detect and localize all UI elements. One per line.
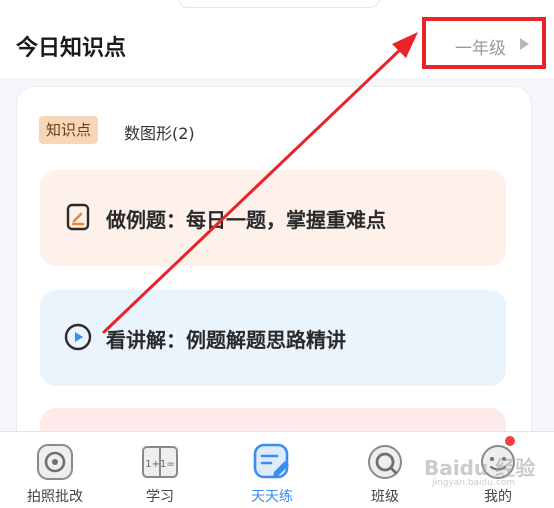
class-icon: [368, 445, 402, 479]
annotation-highlight-box: [422, 17, 546, 69]
nav-label: 我的: [484, 489, 512, 505]
page-title: 今日知识点: [16, 36, 127, 61]
nav-item-practice[interactable]: 天天练: [217, 432, 327, 508]
nav-item-study[interactable]: 1+1= 学习: [105, 432, 215, 508]
camera-icon: [37, 444, 73, 480]
book-icon: 1+1=: [142, 446, 178, 478]
nav-label: 拍照批改: [27, 489, 83, 505]
topic-count[interactable]: 数图形(2): [124, 120, 195, 144]
practice-icon: [253, 443, 289, 479]
nav-label: 班级: [371, 489, 399, 505]
knowledge-tag: 知识点: [39, 116, 99, 144]
play-circle-icon: [64, 323, 92, 351]
lecture-item[interactable]: 看讲解：例题解题思路精讲: [40, 290, 506, 386]
watermark-brand: Baidu 经验: [424, 456, 536, 480]
notification-dot: [505, 436, 515, 446]
nav-label: 天天练: [251, 489, 293, 505]
edit-note-icon: [66, 203, 90, 231]
nav-label: 学习: [146, 489, 174, 505]
top-strip: [0, 0, 554, 14]
lecture-label: 看讲解：例题解题思路精讲: [106, 328, 346, 352]
top-pill: [178, 0, 380, 8]
practice-item[interactable]: 做例题：每日一题，掌握重难点: [40, 170, 506, 266]
practice-label: 做例题：每日一题，掌握重难点: [106, 208, 386, 232]
watermark-url: jingyan.baidu.com: [432, 478, 516, 488]
svg-text:1+1=: 1+1=: [145, 459, 174, 470]
nav-item-camera[interactable]: 拍照批改: [0, 432, 110, 508]
